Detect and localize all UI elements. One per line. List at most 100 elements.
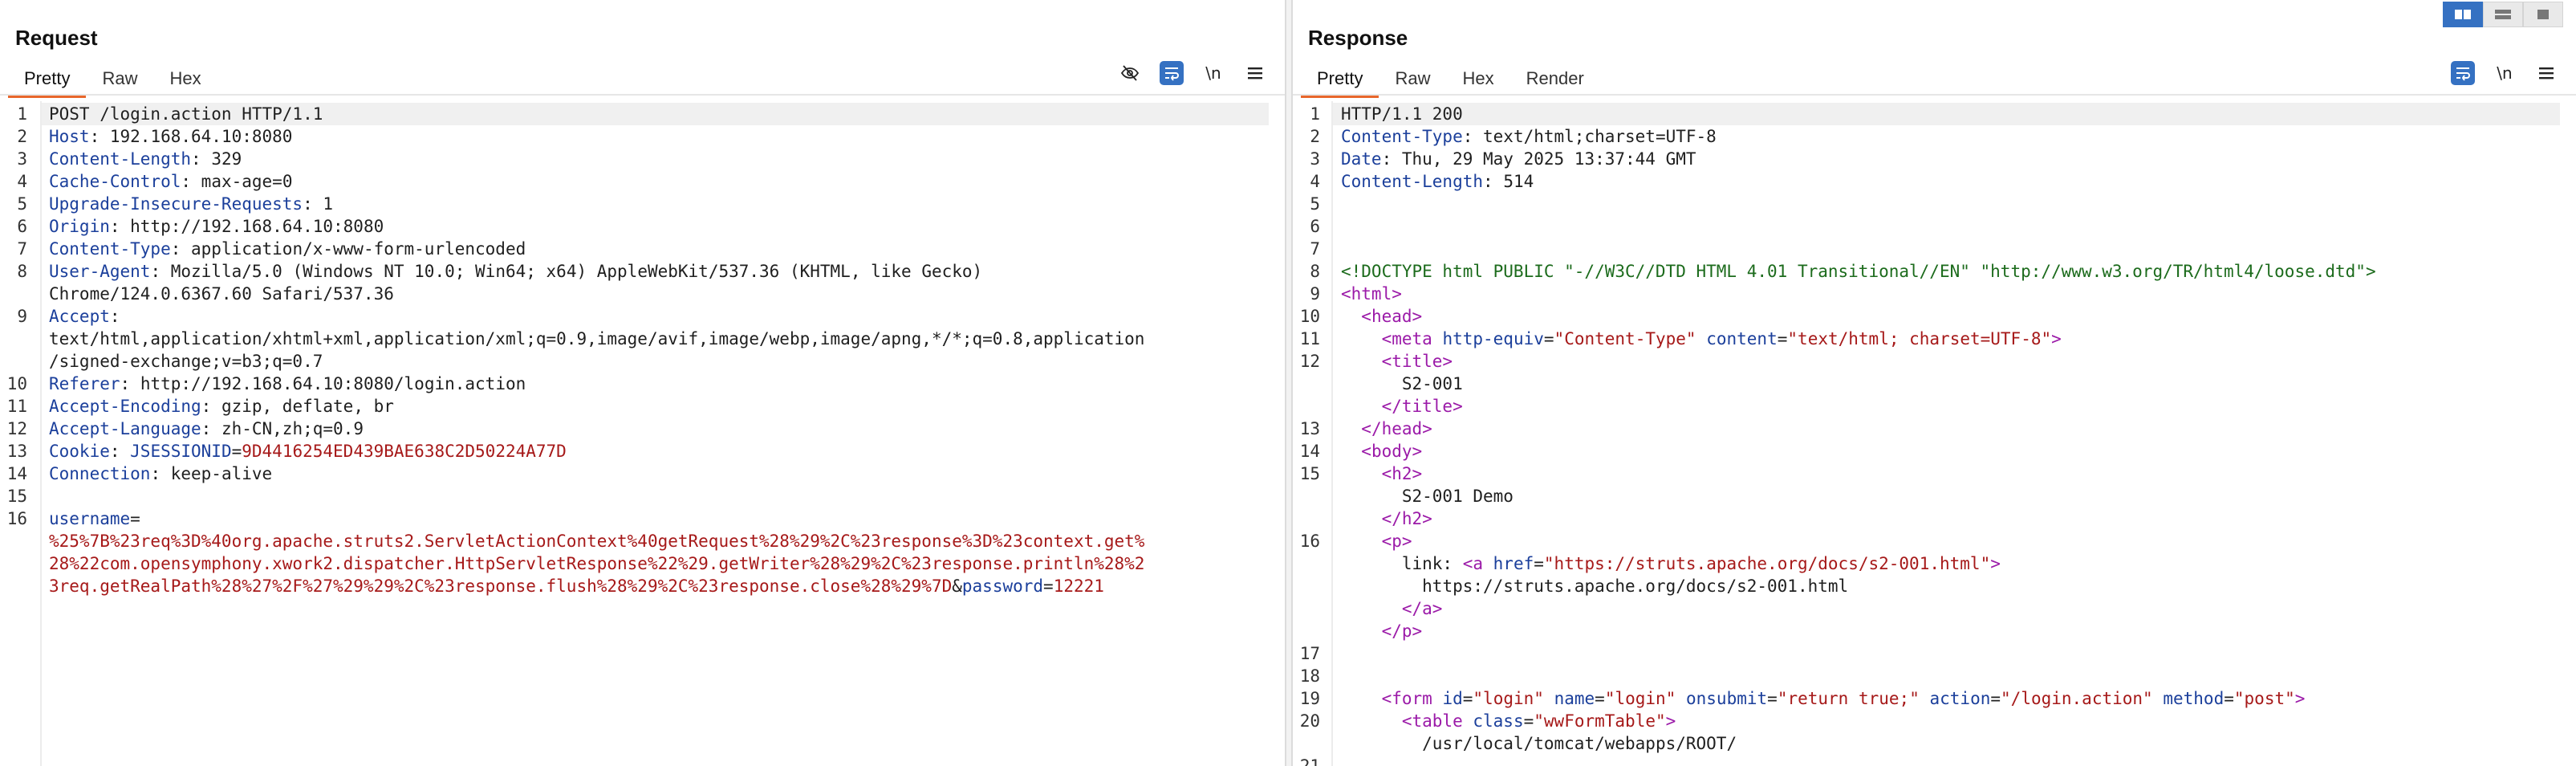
response-title: Response: [1308, 26, 1408, 50]
line-number: 9: [1310, 284, 1320, 304]
html-line: /usr/local/tomcat/webapps/ROOT/: [1341, 732, 1737, 755]
single-pane-icon[interactable]: [2523, 2, 2563, 27]
title-text: S2-001: [1401, 374, 1463, 393]
param-value: 3req.getRealPath%28%27%2F%27%29%29%2C%23…: [49, 577, 953, 596]
tag-text: <html>: [1341, 284, 1402, 304]
link-text: https://struts.apache.org/docs/s2-001.ht…: [1422, 577, 1849, 596]
wrap-lines-icon[interactable]: [1160, 61, 1184, 85]
request-line-text: POST /login.action HTTP/1.1: [49, 104, 323, 124]
line-number: 8: [1310, 262, 1320, 281]
line-number: 11: [1299, 329, 1320, 348]
header-row: Content-Length: 514: [1341, 172, 1534, 191]
split-columns-icon[interactable]: [2443, 2, 2483, 27]
html-line: </head>: [1341, 418, 1432, 440]
header-value: text/html,application/xhtml+xml,applicat…: [49, 329, 1145, 348]
header-row: User-Agent: Mozilla/5.0 (Windows NT 10.0…: [49, 262, 983, 281]
attr-name: content: [1706, 329, 1778, 348]
newline-toggle[interactable]: \n: [1201, 61, 1225, 85]
line-number: 2: [17, 127, 27, 146]
html-line: </h2>: [1341, 507, 1432, 530]
header-row: Accept-Encoding: gzip, deflate, br: [49, 397, 394, 416]
header-value: application/x-www-form-urlencoded: [191, 239, 526, 259]
line-number: 6: [17, 217, 27, 236]
response-tab-render[interactable]: Render: [1510, 64, 1600, 95]
tag-text: </p>: [1381, 621, 1423, 641]
hamburger-menu-icon[interactable]: [2534, 61, 2558, 85]
line-number: 20: [1299, 711, 1320, 731]
param-name: password: [961, 577, 1044, 596]
request-editor[interactable]: 1 2 3 4 5 6 7 8 9 10 11 12 13 14 15 16 P…: [0, 101, 1285, 766]
header-row: Date: Thu, 29 May 2025 13:37:44 GMT: [1341, 149, 1696, 169]
line-number: 7: [17, 239, 27, 259]
header-row: Content-Type: text/html;charset=UTF-8: [1341, 127, 1717, 146]
header-name: Content-Length: [1341, 172, 1484, 191]
header-row: Host: 192.168.64.10:8080: [49, 127, 293, 146]
html-line: <body>: [1341, 440, 1422, 462]
form-method: post: [2244, 689, 2285, 708]
header-row-continued: Chrome/124.0.6367.60 Safari/537.36: [49, 283, 394, 305]
param-value: 12221: [1053, 577, 1104, 596]
tag-text: <body>: [1361, 442, 1423, 461]
response-tab-pretty[interactable]: Pretty: [1301, 64, 1379, 98]
line-number: 12: [1299, 352, 1320, 371]
hamburger-menu-icon-glyph: [1248, 67, 1262, 79]
header-row-continued: text/html,application/xhtml+xml,applicat…: [49, 328, 1144, 350]
html-line: <head>: [1341, 305, 1422, 328]
hamburger-menu-icon-glyph: [2539, 67, 2554, 79]
response-editor[interactable]: 1 2 3 4 5 6 7 8 9 10 11 12 13 14 15 16 1…: [1293, 101, 2576, 766]
request-tab-divider: [0, 94, 1285, 96]
current-line-highlight: [1333, 103, 2560, 125]
body-row-continued: %25%7B%23req%3D%40org.apache.struts2.Ser…: [49, 530, 1144, 552]
header-name: Content-Type: [1341, 127, 1463, 146]
line-number: 14: [6, 464, 27, 483]
table-class: wwFormTable: [1543, 711, 1656, 731]
request-line: POST /login.action HTTP/1.1: [49, 103, 323, 125]
wrap-lines-icon[interactable]: [2451, 61, 2475, 85]
doctype-text: <!DOCTYPE html PUBLIC "-//W3C//DTD HTML …: [1341, 262, 2376, 281]
header-name: Content-Length: [49, 149, 192, 169]
line-number: 12: [6, 419, 27, 438]
html-line: <meta http-equiv="Content-Type" content=…: [1381, 329, 2062, 348]
param-value: 28%22com.opensymphony.xwork2.dispatcher.…: [49, 554, 1145, 573]
link-label: link:: [1401, 554, 1463, 573]
body-row-continued: 28%22com.opensymphony.xwork2.dispatcher.…: [49, 552, 1144, 575]
param-name: username: [49, 509, 131, 528]
line-number: 8: [17, 262, 27, 281]
status-line: HTTP/1.1 200: [1341, 103, 1463, 125]
response-tab-hex[interactable]: Hex: [1446, 64, 1509, 95]
line-number: 15: [6, 487, 27, 506]
html-line: S2-001: [1341, 373, 1463, 395]
pane-splitter[interactable]: [1285, 0, 1293, 766]
request-tab-hex[interactable]: Hex: [153, 64, 217, 95]
header-name: Accept: [49, 307, 110, 326]
eye-slash-icon[interactable]: [1118, 61, 1142, 85]
header-name: Referer: [49, 374, 120, 393]
request-tab-pretty[interactable]: Pretty: [8, 64, 87, 98]
tag-text: <meta: [1381, 329, 1443, 348]
header-value: 514: [1503, 172, 1534, 191]
header-row: Content-Length: 329: [49, 149, 242, 169]
split-rows-icon[interactable]: [2483, 2, 2523, 27]
response-tabs: Pretty Raw Hex Render: [1301, 64, 1600, 98]
header-value: 1: [323, 194, 334, 214]
line-number: 16: [1299, 532, 1320, 551]
header-value: max-age=0: [201, 172, 293, 191]
request-tab-raw[interactable]: Raw: [86, 64, 153, 95]
html-line: https://struts.apache.org/docs/s2-001.ht…: [1341, 575, 1848, 597]
line-number: 4: [1310, 172, 1320, 191]
newline-toggle[interactable]: \n: [2493, 61, 2517, 85]
response-tab-raw[interactable]: Raw: [1379, 64, 1446, 95]
request-tabs: Pretty Raw Hex: [8, 64, 217, 98]
header-value: /signed-exchange;v=b3;q=0.7: [49, 352, 323, 371]
html-line: </p>: [1341, 620, 1423, 642]
line-number: 10: [6, 374, 27, 393]
header-row: Cookie: JSESSIONID=9D4416254ED439BAE638C…: [49, 442, 567, 461]
attr-value: "text/html; charset=UTF-8": [1787, 329, 2052, 348]
attr-value: "Content-Type": [1554, 329, 1696, 348]
form-onsubmit: return true;: [1787, 689, 1910, 708]
header-row: Upgrade-Insecure-Requests: 1: [49, 194, 334, 214]
status-line-text: HTTP/1.1 200: [1341, 104, 1463, 124]
split-rows-icon-glyph: [2495, 10, 2511, 19]
header-row: Cache-Control: max-age=0: [49, 172, 293, 191]
hamburger-menu-icon[interactable]: [1243, 61, 1267, 85]
